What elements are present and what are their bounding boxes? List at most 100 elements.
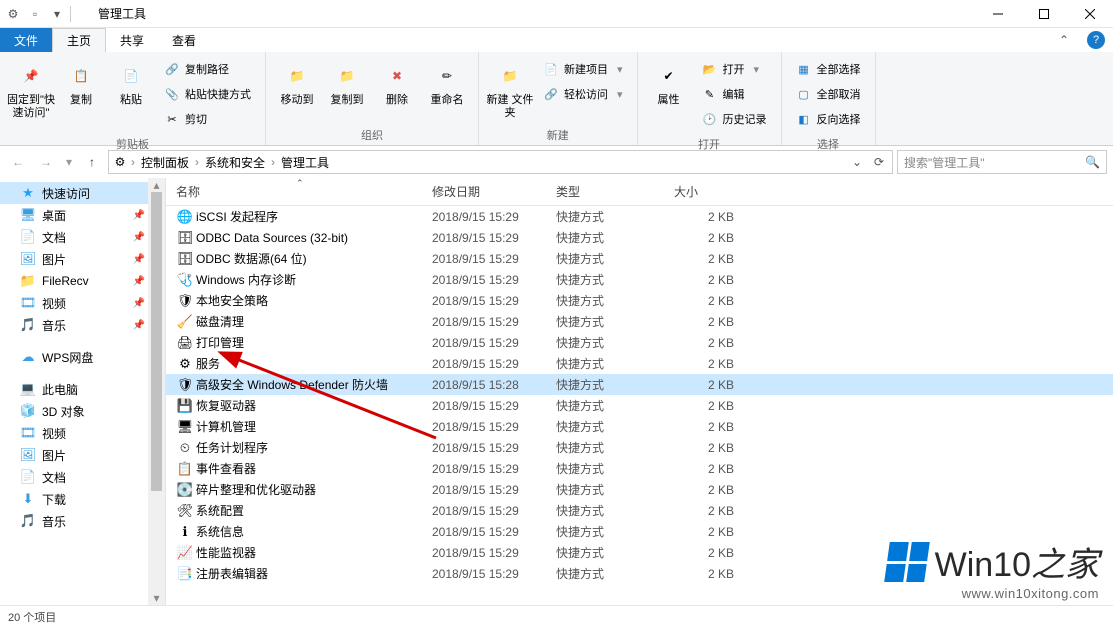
select-all-button[interactable]: ▦全部选择 [792,58,865,80]
sidebar-item[interactable]: ⬇下载 [0,488,165,510]
history-button[interactable]: 🕑历史记录 [698,108,771,130]
sidebar-item[interactable]: 💻此电脑 [0,378,165,400]
sidebar-item[interactable]: 📁FileRecv📌 [0,270,165,292]
sidebar-item[interactable]: ☁WPS网盘 [0,346,165,368]
tab-file[interactable]: 文件 [0,28,52,52]
breadcrumb-seg[interactable]: 管理工具 [277,154,333,171]
qat-dropdown-icon[interactable]: ▾ [48,5,66,23]
forward-button[interactable]: → [34,150,58,174]
file-type: 快捷方式 [556,418,674,435]
sidebar-item[interactable]: 🎵音乐 [0,510,165,532]
sidebar-item[interactable]: 🖼图片 [0,444,165,466]
sidebar-item[interactable]: 📄文档 [0,466,165,488]
file-row[interactable]: 📑注册表编辑器2018/9/15 15:29快捷方式2 KB [166,563,1113,584]
sidebar-item[interactable]: 🖼图片📌 [0,248,165,270]
file-row[interactable]: 💽碎片整理和优化驱动器2018/9/15 15:29快捷方式2 KB [166,479,1113,500]
sidebar-item[interactable]: 🧊3D 对象 [0,400,165,422]
file-size: 2 KB [674,252,754,266]
back-button[interactable]: ← [6,150,30,174]
copy-to-button[interactable]: 📁复制到 [322,56,372,107]
column-headers[interactable]: ⌃ 名称 修改日期 类型 大小 [166,178,1113,206]
move-to-button[interactable]: 📁移动到 [272,56,322,107]
tab-share[interactable]: 共享 [106,28,158,52]
scrollbar[interactable]: ▴ ▾ [148,178,165,605]
chevron-right-icon[interactable]: › [193,155,201,169]
file-name: 系统配置 [194,502,432,519]
up-button[interactable]: ↑ [80,150,104,174]
file-row[interactable]: ⏲任务计划程序2018/9/15 15:29快捷方式2 KB [166,437,1113,458]
col-date[interactable]: 修改日期 [432,183,556,200]
file-row[interactable]: 🖨打印管理2018/9/15 15:29快捷方式2 KB [166,332,1113,353]
file-date: 2018/9/15 15:29 [432,231,556,245]
chevron-right-icon[interactable]: › [129,155,137,169]
file-date: 2018/9/15 15:29 [432,420,556,434]
new-item-button[interactable]: 📄新建项目▾ [539,58,627,80]
file-type: 快捷方式 [556,250,674,267]
sidebar-item[interactable]: 🖥桌面📌 [0,204,165,226]
file-row[interactable]: 🩺Windows 内存诊断2018/9/15 15:29快捷方式2 KB [166,269,1113,290]
copy-button[interactable]: 📋复制 [56,56,106,107]
file-type: 快捷方式 [556,460,674,477]
file-date: 2018/9/15 15:29 [432,210,556,224]
file-row[interactable]: 📋事件查看器2018/9/15 15:29快捷方式2 KB [166,458,1113,479]
file-row[interactable]: 💾恢复驱动器2018/9/15 15:29快捷方式2 KB [166,395,1113,416]
copy-path-button[interactable]: 🔗复制路径 [160,58,255,80]
close-button[interactable] [1067,0,1113,28]
qat-icon[interactable]: ▫ [26,5,44,23]
tab-home[interactable]: 主页 [52,28,106,52]
col-name[interactable]: 名称 [176,183,432,200]
qat-icon[interactable]: ⚙ [4,5,22,23]
tab-view[interactable]: 查看 [158,28,210,52]
file-row[interactable]: 🛡本地安全策略2018/9/15 15:29快捷方式2 KB [166,290,1113,311]
file-row[interactable]: ℹ系统信息2018/9/15 15:29快捷方式2 KB [166,521,1113,542]
delete-button[interactable]: ✖删除 [372,56,422,107]
easy-access-button[interactable]: 🔗轻松访问▾ [539,83,627,105]
sidebar-item[interactable]: ★快速访问 [0,182,165,204]
file-row[interactable]: ⚙服务2018/9/15 15:29快捷方式2 KB [166,353,1113,374]
music-icon: 🎵 [20,513,36,529]
chevron-right-icon[interactable]: › [269,155,277,169]
new-folder-button[interactable]: 📁新建 文件夹 [485,56,535,120]
pin-quick-access-button[interactable]: 📌固定到"快 速访问" [6,56,56,120]
col-size[interactable]: 大小 [674,183,754,200]
file-row[interactable]: 📈性能监视器2018/9/15 15:29快捷方式2 KB [166,542,1113,563]
ribbon-collapse-icon[interactable]: ⌃ [1049,28,1079,52]
properties-button[interactable]: ✔属性 [644,56,694,107]
file-date: 2018/9/15 15:29 [432,462,556,476]
file-row[interactable]: 🗄ODBC 数据源(64 位)2018/9/15 15:29快捷方式2 KB [166,248,1113,269]
search-input[interactable]: 搜索"管理工具" 🔍 [897,150,1107,174]
sidebar-item[interactable]: 🎵音乐📌 [0,314,165,336]
sidebar-item[interactable]: 🎞视频 [0,422,165,444]
file-row[interactable]: 🗄ODBC Data Sources (32-bit)2018/9/15 15:… [166,227,1113,248]
paste-button[interactable]: 📄粘贴 [106,56,156,107]
help-icon[interactable]: ? [1087,31,1105,49]
file-row[interactable]: 🛡高级安全 Windows Defender 防火墙2018/9/15 15:2… [166,374,1113,395]
sidebar-item[interactable]: 🎞视频📌 [0,292,165,314]
paste-shortcut-button[interactable]: 📎粘贴快捷方式 [160,83,255,105]
file-row[interactable]: 🛠系统配置2018/9/15 15:29快捷方式2 KB [166,500,1113,521]
rename-button[interactable]: ✏重命名 [422,56,472,107]
address-bar[interactable]: ⚙ › 控制面板 › 系统和安全 › 管理工具 ⌄ ⟳ [108,150,893,174]
breadcrumb-seg[interactable]: 系统和安全 [201,154,269,171]
select-none-button[interactable]: ▢全部取消 [792,83,865,105]
file-row[interactable]: 🌐iSCSI 发起程序2018/9/15 15:29快捷方式2 KB [166,206,1113,227]
file-icon: 🧹 [176,314,194,330]
invert-selection-button[interactable]: ◧反向选择 [792,108,865,130]
open-button[interactable]: 📂打开▾ [698,58,771,80]
sidebar-item[interactable]: 📄文档📌 [0,226,165,248]
minimize-button[interactable] [975,0,1021,28]
addr-dropdown-icon[interactable]: ⌄ [846,155,868,169]
breadcrumb-seg[interactable]: 控制面板 [137,154,193,171]
file-row[interactable]: 🧹磁盘清理2018/9/15 15:29快捷方式2 KB [166,311,1113,332]
search-icon[interactable]: 🔍 [1085,155,1100,169]
recent-dropdown[interactable]: ▾ [62,150,76,174]
edit-button[interactable]: ✎编辑 [698,83,771,105]
file-size: 2 KB [674,210,754,224]
maximize-button[interactable] [1021,0,1067,28]
cut-button[interactable]: ✂剪切 [160,108,255,130]
star-icon: ★ [20,185,36,201]
col-type[interactable]: 类型 [556,183,674,200]
pin-icon: 📌 [133,232,145,243]
file-row[interactable]: 🖥计算机管理2018/9/15 15:29快捷方式2 KB [166,416,1113,437]
refresh-icon[interactable]: ⟳ [868,155,890,169]
